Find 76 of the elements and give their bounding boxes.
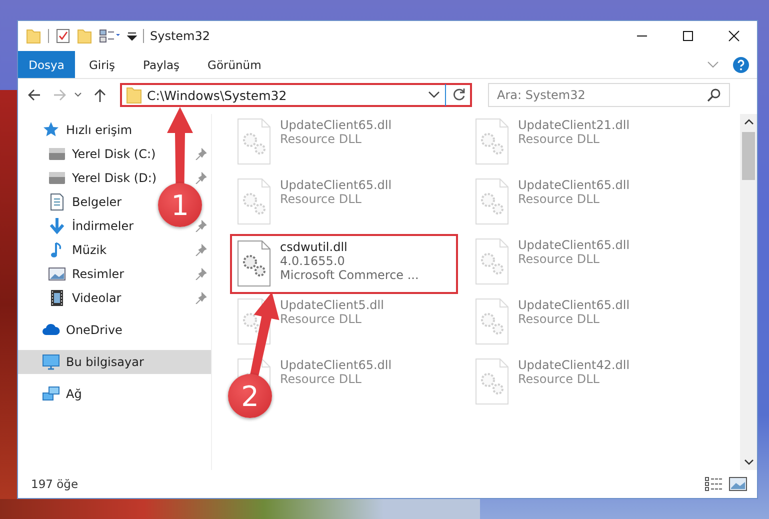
help-icon[interactable] bbox=[733, 56, 749, 72]
file-detail: Resource DLL bbox=[518, 252, 600, 266]
file-name: UpdateClient65.dll bbox=[518, 298, 630, 312]
close-icon bbox=[728, 30, 740, 42]
ribbon-tab[interactable]: Giriş bbox=[75, 51, 130, 78]
sidebar-item[interactable]: Ağ bbox=[18, 382, 86, 406]
file-name: UpdateClient65.dll bbox=[280, 178, 392, 192]
pin-icon[interactable] bbox=[195, 244, 207, 256]
file-name: UpdateClient42.dll bbox=[518, 358, 630, 372]
sidebar-item[interactable]: Müzik bbox=[18, 238, 211, 262]
caret-icon[interactable] bbox=[428, 91, 440, 99]
maximize-icon bbox=[682, 30, 694, 42]
refresh-icon[interactable] bbox=[451, 87, 467, 103]
folder-icon bbox=[26, 28, 42, 44]
customize-toolbar-icon[interactable] bbox=[127, 32, 137, 40]
sidebar-item[interactable]: Belgeler bbox=[18, 190, 126, 214]
file-name: UpdateClient65.dll bbox=[280, 358, 392, 372]
file-name: csdwutil.dll bbox=[280, 240, 348, 254]
chevron-down-icon[interactable] bbox=[707, 60, 719, 68]
document-icon bbox=[48, 193, 66, 211]
file-detail: Resource DLL bbox=[280, 372, 362, 386]
file-detail: 4.0.1655.0 bbox=[280, 254, 346, 268]
network-computers-icon bbox=[42, 385, 60, 403]
scroll-up-icon[interactable] bbox=[744, 118, 754, 126]
file-tile[interactable]: csdwutil.dll 4.0.1655.0 Microsoft Commerce ... bbox=[230, 234, 458, 294]
scrollbar[interactable] bbox=[740, 114, 757, 470]
file-detail: Resource DLL bbox=[280, 132, 362, 146]
picture-icon bbox=[48, 265, 66, 283]
ribbon-tab[interactable]: Paylaş bbox=[129, 51, 194, 78]
file-detail: Resource DLL bbox=[280, 192, 362, 206]
file-name: UpdateClient65.dll bbox=[518, 238, 630, 252]
file-detail: Resource DLL bbox=[518, 132, 600, 146]
gear-file-icon bbox=[236, 240, 272, 287]
sidebar-item[interactable]: Bu bilgisayar bbox=[18, 350, 211, 374]
file-detail: Microsoft Commerce ... bbox=[280, 268, 419, 282]
back-arrow-icon[interactable] bbox=[26, 87, 42, 103]
pin-icon[interactable] bbox=[195, 292, 207, 304]
caret-icon[interactable] bbox=[74, 92, 82, 98]
monitor-icon bbox=[42, 353, 60, 371]
item-count: 197 öğe bbox=[31, 477, 78, 491]
window-title: System32 bbox=[150, 29, 210, 43]
view-options-icon[interactable] bbox=[99, 28, 121, 44]
sidebar-item[interactable]: OneDrive bbox=[18, 318, 126, 342]
sidebar-item[interactable]: Videolar bbox=[18, 286, 211, 310]
pin-icon[interactable] bbox=[195, 172, 207, 184]
search-icon[interactable] bbox=[707, 88, 721, 102]
address-field[interactable]: C:\Windows\System32 bbox=[120, 83, 472, 107]
film-icon bbox=[48, 289, 66, 307]
pin-icon[interactable] bbox=[195, 220, 207, 232]
properties-icon[interactable] bbox=[55, 28, 71, 44]
file-name: UpdateClient5.dll bbox=[280, 298, 384, 312]
scrollbar-thumb[interactable] bbox=[742, 132, 755, 180]
file-detail: Resource DLL bbox=[518, 312, 600, 326]
pin-icon[interactable] bbox=[195, 268, 207, 280]
file-name: UpdateClient65.dll bbox=[518, 178, 630, 192]
down-arrow-icon bbox=[48, 217, 66, 235]
address-path: C:\Windows\System32 bbox=[147, 88, 288, 102]
scroll-down-icon[interactable] bbox=[744, 458, 754, 466]
up-arrow-icon[interactable] bbox=[92, 87, 108, 103]
pin-icon[interactable] bbox=[195, 148, 207, 160]
file-menu-tab[interactable]: Dosya bbox=[18, 51, 75, 78]
large-icons-view-icon[interactable] bbox=[729, 477, 747, 491]
file-detail: Resource DLL bbox=[518, 192, 600, 206]
file-detail: Resource DLL bbox=[280, 312, 362, 326]
file-detail: Resource DLL bbox=[518, 372, 600, 386]
file-name: UpdateClient65.dll bbox=[280, 118, 392, 132]
ribbon-tab[interactable]: Görünüm bbox=[194, 51, 276, 78]
sidebar-item[interactable]: Hızlı erişim bbox=[18, 118, 136, 142]
search-field[interactable]: Ara: System32 bbox=[488, 83, 730, 107]
details-view-icon[interactable] bbox=[705, 477, 723, 491]
drive-icon bbox=[48, 169, 66, 187]
file-name: UpdateClient21.dll bbox=[518, 118, 630, 132]
folder-icon bbox=[126, 86, 142, 104]
star-icon bbox=[42, 121, 60, 139]
sidebar-item[interactable]: Resimler bbox=[18, 262, 211, 286]
drive-icon bbox=[48, 145, 66, 163]
